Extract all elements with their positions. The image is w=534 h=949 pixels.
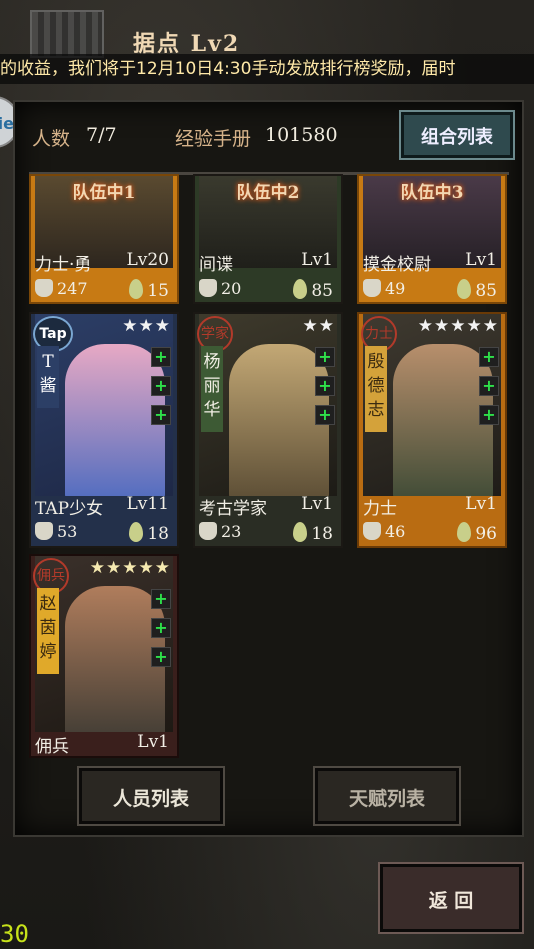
character-card[interactable]: 学家 ★★ 杨丽华 + + + 考古学家 Lv1 23 18 [193, 312, 343, 548]
plus-icon[interactable]: + [151, 589, 171, 609]
star-rating: ★★★ [122, 316, 171, 336]
star-rating: ★★★★★ [417, 316, 499, 336]
plus-icon[interactable]: + [315, 347, 335, 367]
character-level: Lv1 [301, 250, 333, 270]
star-rating: ★★ [302, 316, 335, 336]
character-level: Lv11 [126, 494, 169, 514]
drop-value: 85 [475, 281, 497, 301]
droplet-icon [457, 279, 472, 299]
star-rating: ★★★★★ [89, 558, 171, 578]
plus-icon[interactable]: + [151, 347, 171, 367]
plus-icon[interactable]: + [479, 405, 499, 425]
character-name: TAP少女 [35, 499, 104, 519]
droplet-icon [457, 522, 472, 542]
tap-girl-figure [65, 344, 165, 496]
team-label: 队伍中1 [72, 183, 136, 203]
drop-stat: 18 [293, 522, 333, 544]
fps-counter: 30 [0, 920, 29, 948]
talent-list-button[interactable]: 天赋列表 [313, 766, 461, 826]
drop-stat: 85 [457, 279, 497, 301]
power-value: 49 [385, 279, 406, 298]
character-name: 考古学家 [199, 499, 267, 519]
character-name: 间谍 [199, 255, 233, 275]
power-stat: 20 [199, 279, 241, 298]
vertical-name: T 酱 [37, 346, 59, 408]
exp-book-label: 经验手册 [175, 128, 252, 150]
back-button[interactable]: 返 回 [378, 862, 524, 934]
plus-icon[interactable]: + [151, 618, 171, 638]
team-card[interactable]: 队伍中3 摸金校尉 Lv1 49 85 [357, 174, 507, 304]
plus-icon[interactable]: + [479, 376, 499, 396]
character-level: Lv20 [126, 250, 169, 270]
drop-value: 96 [475, 524, 497, 544]
drop-stat: 96 [457, 522, 497, 544]
droplet-icon [129, 279, 144, 299]
plus-icon[interactable]: + [315, 376, 335, 396]
character-name: 力士·勇 [35, 255, 92, 275]
power-value: 46 [385, 522, 406, 541]
fist-icon [199, 522, 217, 540]
drop-value: 18 [147, 524, 169, 544]
vertical-name: 赵茵婷 [37, 588, 59, 674]
character-level: Lv1 [137, 732, 169, 752]
power-stat: 247 [35, 279, 88, 298]
title-bar: 据点 Lv2 [0, 0, 534, 58]
character-card[interactable]: 力士 ★★★★★ 殷德志 + + + 力士 Lv1 46 96 [357, 312, 507, 548]
exp-book-value: 101580 [265, 124, 338, 146]
droplet-icon [293, 279, 308, 299]
character-card[interactable]: 佣兵 ★★★★★ 赵茵婷 + + + 佣兵 Lv1 [29, 554, 179, 758]
roster-panel: 人数 7/7 经验手册 101580 组合列表 队伍中1 力士·勇 Lv20 2… [13, 100, 524, 837]
character-level: Lv1 [465, 250, 497, 270]
droplet-icon [293, 522, 308, 542]
power-stat: 23 [199, 522, 241, 541]
character-card[interactable]: Tap ★★★ T 酱 + + + TAP少女 Lv11 53 18 [29, 312, 179, 548]
character-level: Lv1 [301, 494, 333, 514]
plus-icon[interactable]: + [315, 405, 335, 425]
power-stat: 46 [363, 522, 405, 541]
droplet-icon [129, 522, 144, 542]
power-value: 247 [57, 279, 88, 298]
team-label: 队伍中3 [400, 183, 464, 203]
team-card[interactable]: 队伍中1 力士·勇 Lv20 247 15 [29, 174, 179, 304]
staff-list-button[interactable]: 人员列表 [77, 766, 225, 826]
drop-value: 18 [311, 524, 333, 544]
drop-value: 85 [311, 281, 333, 301]
plus-icon[interactable]: + [151, 405, 171, 425]
character-name: 摸金校尉 [363, 255, 431, 275]
power-stat: 49 [363, 279, 405, 298]
drop-value: 15 [147, 281, 169, 301]
mercenary-figure [65, 586, 165, 732]
power-value: 53 [57, 522, 78, 541]
archaeologist-figure [229, 344, 329, 496]
fist-icon [363, 522, 381, 540]
strongman-figure [393, 344, 493, 496]
vertical-name: 杨丽华 [201, 346, 223, 432]
vertical-name: 殷德志 [365, 346, 387, 432]
power-value: 20 [221, 279, 242, 298]
fist-icon [363, 279, 381, 297]
fist-icon [35, 522, 53, 540]
plus-icon[interactable]: + [151, 376, 171, 396]
drop-stat: 15 [129, 279, 169, 301]
panel-header: 人数 7/7 经验手册 101580 组合列表 [15, 102, 522, 175]
drop-stat: 18 [129, 522, 169, 544]
members-value: 7/7 [86, 124, 117, 146]
team-card[interactable]: 队伍中2 间谍 Lv1 20 85 [193, 174, 343, 304]
character-name: 佣兵 [35, 737, 69, 757]
plus-icon[interactable]: + [479, 347, 499, 367]
power-stat: 53 [35, 522, 77, 541]
announcement-ticker: 的收益，我们将于12月10日4:30手动发放排行榜奖励，届时 [0, 54, 534, 84]
fist-icon [199, 279, 217, 297]
character-name: 力士 [363, 499, 397, 519]
combo-list-button[interactable]: 组合列表 [399, 110, 515, 160]
fist-icon [35, 279, 53, 297]
drop-stat: 85 [293, 279, 333, 301]
team-label: 队伍中2 [236, 183, 300, 203]
plus-icon[interactable]: + [151, 647, 171, 667]
base-building-icon [30, 10, 104, 58]
members-label: 人数 [32, 128, 71, 150]
power-value: 23 [221, 522, 242, 541]
character-level: Lv1 [465, 494, 497, 514]
